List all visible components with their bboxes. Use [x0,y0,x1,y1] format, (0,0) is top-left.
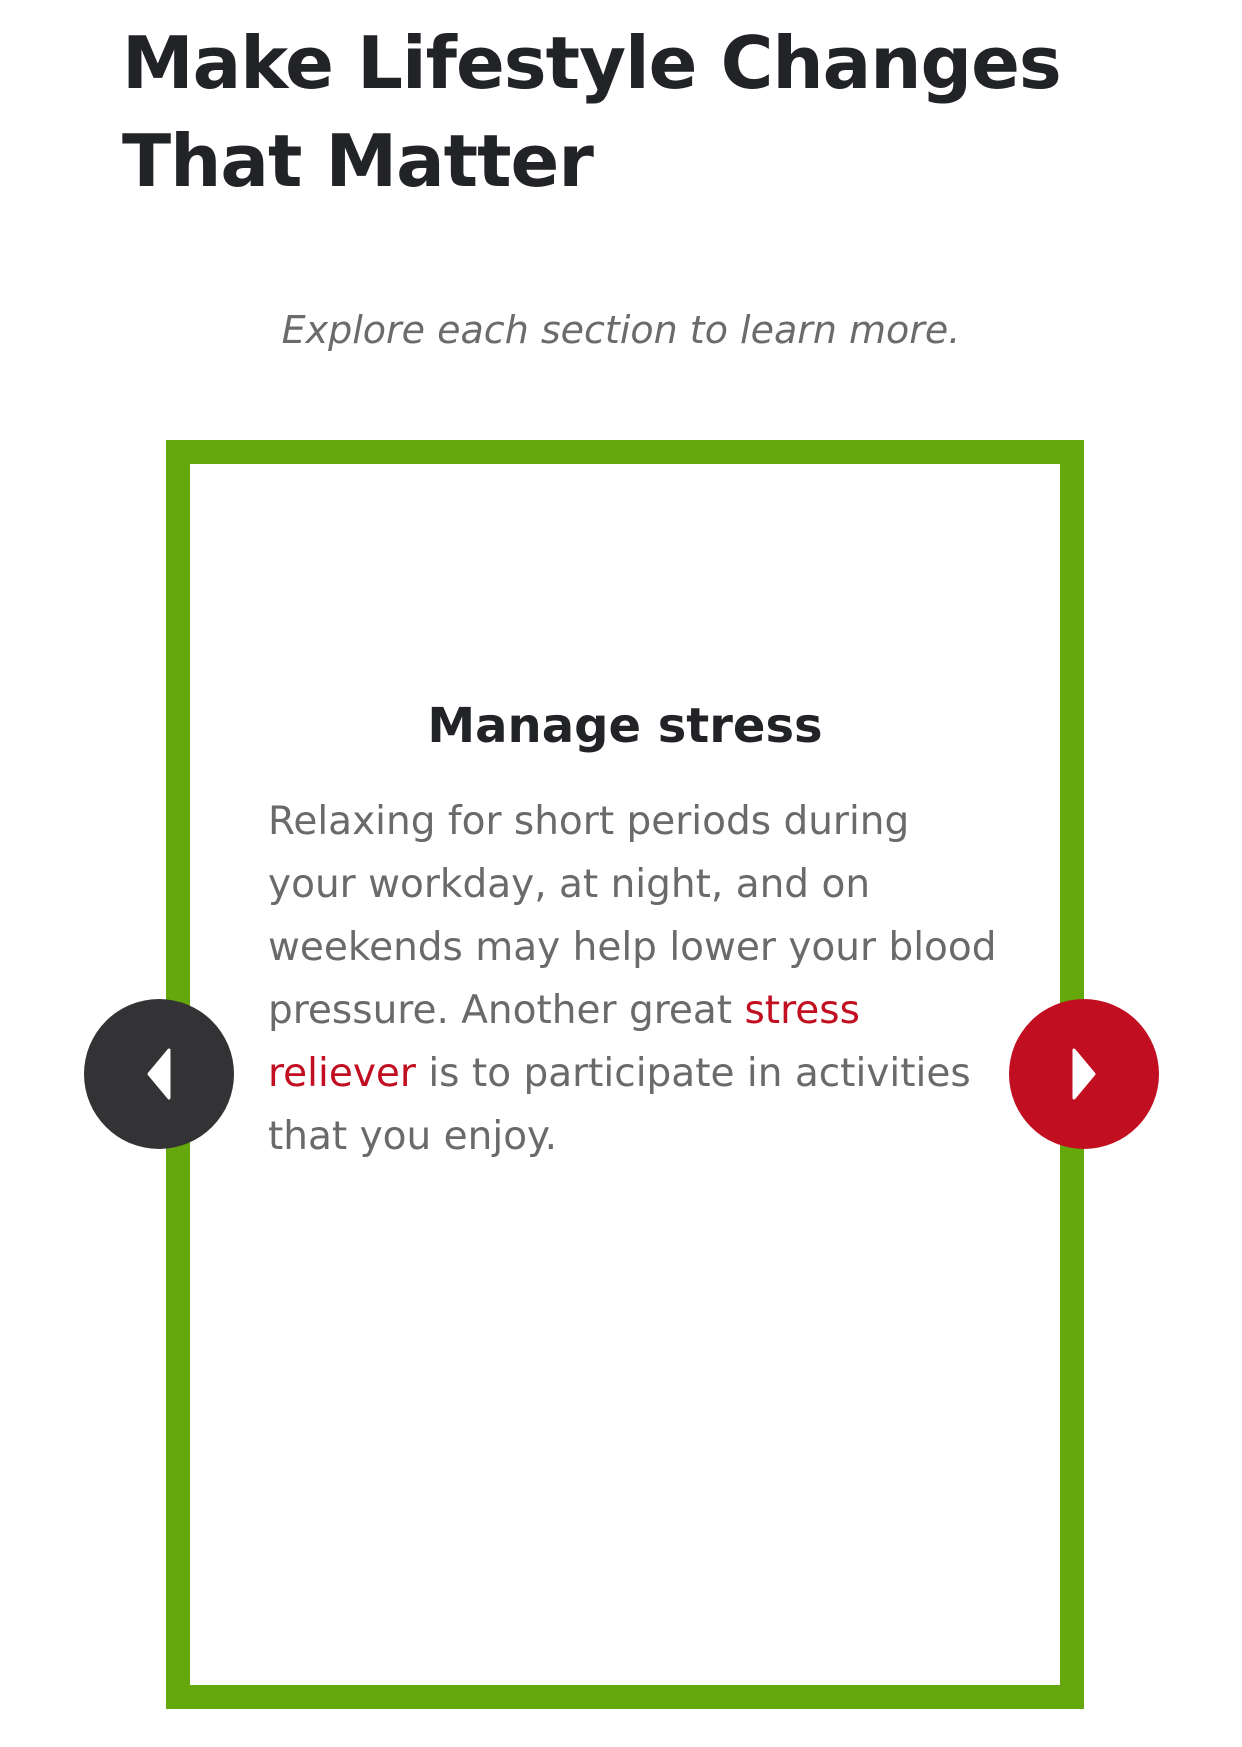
card-body-text-before: Relaxing for short periods during your w… [268,799,997,1033]
carousel-card: Manage stress Relaxing for short periods… [166,440,1084,1709]
previous-slide-button[interactable] [84,999,234,1149]
card-heading: Manage stress [427,698,823,754]
next-slide-button[interactable] [1009,999,1159,1149]
card-body: Relaxing for short periods during your w… [268,790,1008,1168]
page-title: Make Lifestyle Changes That Matter [122,21,1062,203]
section-subtitle: Explore each section to learn more. [281,308,961,352]
chevron-right-icon [1070,1048,1098,1100]
chevron-left-icon [145,1048,173,1100]
